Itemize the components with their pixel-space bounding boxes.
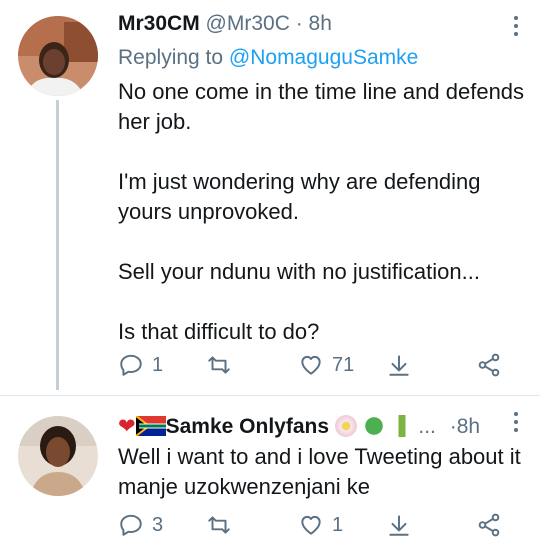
text-line — [118, 287, 528, 317]
tweet-actions: 3 1 — [118, 512, 518, 542]
tweet-mr30cm[interactable]: Mr30CM @Mr30C · 8h Replying to @Nomagugu… — [0, 0, 540, 392]
tweet-samke-onlyfans[interactable]: ❤ Samke Onlyfans ... ·8h Well i want to a… — [0, 396, 540, 550]
retweet-icon — [208, 516, 230, 534]
reply-icon — [120, 354, 142, 376]
retweet-button[interactable] — [206, 512, 232, 538]
display-name[interactable]: Samke Onlyfans — [166, 415, 329, 438]
shamrock-icon — [362, 415, 385, 437]
like-icon — [301, 515, 321, 535]
like-count: 71 — [332, 353, 355, 376]
download-icon — [389, 515, 409, 536]
timestamp[interactable]: 8h — [457, 415, 480, 438]
mention-link[interactable]: @NomaguguSamke — [229, 46, 418, 69]
red-heart-icon: ❤ — [118, 415, 136, 438]
avatar-photo — [18, 416, 98, 496]
like-button[interactable]: 1 — [298, 512, 343, 538]
bamboo-icon — [390, 415, 413, 437]
handle[interactable]: @Mr30C — [206, 12, 290, 35]
download-button[interactable] — [386, 512, 412, 538]
share-icon — [478, 513, 500, 537]
text-line — [118, 227, 528, 257]
thread-line — [56, 100, 59, 390]
avatar-photo — [18, 16, 98, 96]
text-line: No one come in the time line and defends — [118, 79, 525, 104]
display-name[interactable]: Mr30CM — [118, 12, 200, 35]
tweet-text: Well i want to and i love Tweeting about… — [118, 442, 528, 502]
avatar[interactable] — [18, 416, 98, 496]
retweet-button[interactable] — [206, 352, 232, 378]
share-icon — [478, 353, 500, 377]
timestamp[interactable]: 8h — [309, 12, 332, 35]
retweet-icon — [208, 356, 230, 374]
south-africa-flag-icon — [135, 416, 166, 436]
share-button[interactable] — [476, 512, 502, 538]
tweet-header: Mr30CM @Mr30C · 8h — [118, 12, 332, 36]
text-line — [118, 137, 528, 167]
more-icon[interactable] — [514, 16, 518, 40]
replying-to-line: Replying to @NomaguguSamke — [118, 46, 418, 70]
reply-count: 3 — [152, 513, 164, 536]
text-line: yours unprovoked. — [118, 199, 299, 224]
separator: · — [449, 415, 457, 438]
blossom-icon — [334, 415, 357, 437]
like-icon — [301, 355, 321, 375]
share-button[interactable] — [476, 352, 502, 378]
text-line: her job. — [118, 109, 192, 134]
text-line: I'm just wondering why are defending — [118, 169, 481, 194]
text-line: Is that difficult to do? — [118, 319, 320, 344]
download-icon — [389, 355, 409, 376]
avatar[interactable] — [18, 16, 98, 96]
tweet-header: ❤ Samke Onlyfans ... ·8h — [118, 414, 480, 439]
reply-icon — [120, 514, 142, 536]
text-line: manje uzokwenzenjani ke — [118, 474, 370, 499]
reply-count: 1 — [152, 353, 164, 376]
tweet-actions: 1 71 — [118, 352, 518, 382]
reply-button[interactable]: 3 — [118, 512, 163, 538]
more-icon[interactable] — [514, 412, 518, 436]
separator: · — [295, 12, 303, 35]
text-line: Sell your ndunu with no justification... — [118, 259, 480, 284]
name-ellipsis: ... — [418, 415, 436, 438]
text-line: Well i want to and i love Tweeting about… — [118, 444, 521, 469]
reply-button[interactable]: 1 — [118, 352, 163, 378]
like-button[interactable]: 71 — [298, 352, 354, 378]
like-count: 1 — [332, 513, 344, 536]
tweet-text: No one come in the time line and defends… — [118, 77, 528, 347]
replying-prefix: Replying to — [118, 46, 224, 69]
download-button[interactable] — [386, 352, 412, 378]
